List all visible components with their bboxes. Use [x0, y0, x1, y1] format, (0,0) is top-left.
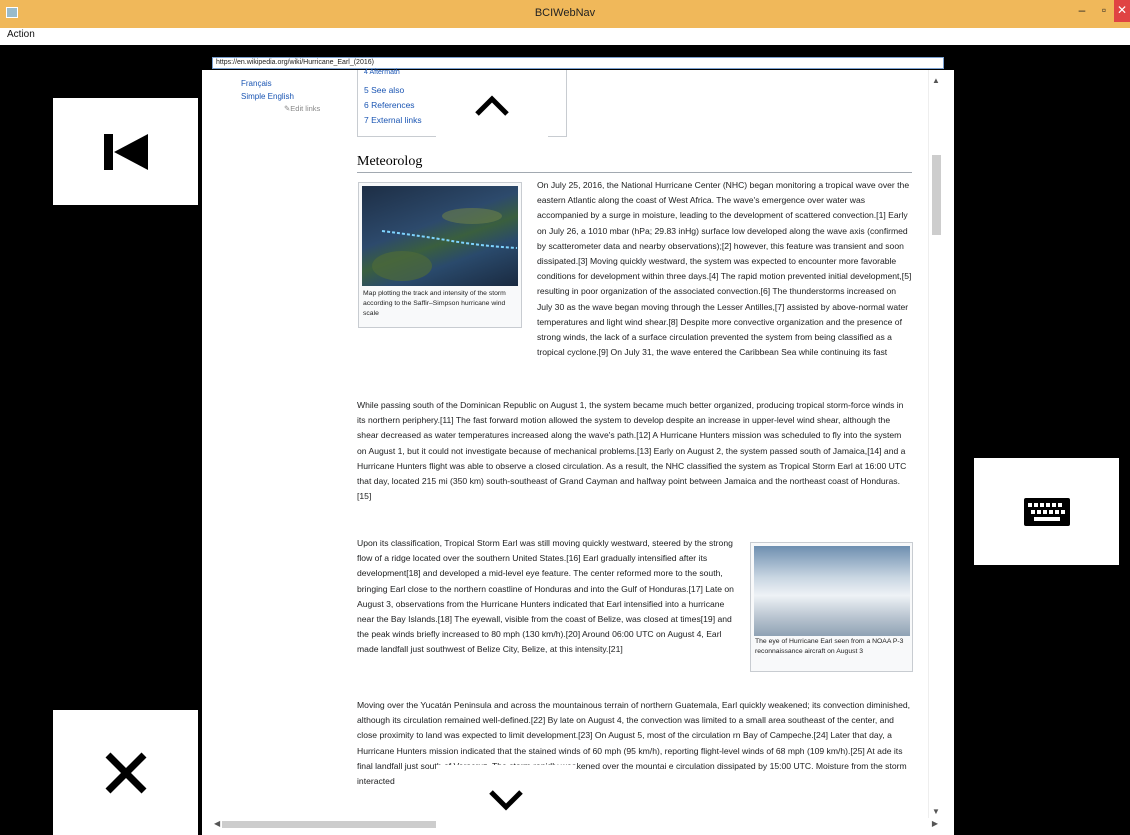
edit-links[interactable]: ✎Edit links	[284, 104, 320, 113]
scroll-up-arrow-icon[interactable]: ▲	[932, 76, 940, 85]
paragraph-3: Upon its classification, Tropical Storm …	[357, 538, 734, 655]
paragraph-2: While passing south of the Dominican Rep…	[357, 400, 907, 502]
toc-item[interactable]: 6 References	[364, 100, 415, 110]
scroll-right-arrow-icon[interactable]: ▶	[932, 819, 938, 828]
chevron-down-icon	[489, 790, 523, 811]
edit-links-label: Edit links	[290, 104, 321, 113]
keyboard-icon	[1023, 497, 1070, 526]
toc-item[interactable]: 5 See also	[364, 85, 404, 95]
window-close-button[interactable]: ✕	[1114, 0, 1130, 22]
scroll-down-button[interactable]	[436, 765, 576, 835]
language-link-simple-english[interactable]: Simple English	[241, 92, 294, 101]
keyboard-button[interactable]	[974, 458, 1119, 565]
close-x-icon	[105, 752, 146, 793]
chevron-up-icon	[475, 95, 509, 116]
scroll-up-button[interactable]	[436, 70, 548, 140]
toc-item[interactable]: 4 Aftermath	[364, 69, 400, 76]
scroll-left-arrow-icon[interactable]: ◀	[214, 819, 220, 828]
menu-bar: Action	[0, 28, 1130, 42]
language-link-french[interactable]: Français	[241, 79, 272, 88]
title-bar: BCIWebNav – ▫ ✕	[0, 0, 1130, 28]
track-map-image[interactable]	[362, 186, 518, 286]
window-title: BCIWebNav	[534, 7, 596, 19]
toc-item[interactable]: 7 External links	[364, 115, 422, 125]
figure-caption: The eye of Hurricane Earl seen from a NO…	[755, 638, 904, 655]
close-button[interactable]	[53, 710, 198, 835]
scroll-thumb[interactable]	[932, 155, 941, 235]
maximize-button[interactable]: ▫	[1092, 0, 1116, 22]
paragraph-1-top: On July 25, 2016, the National Hurricane…	[537, 180, 912, 358]
skip-back-icon	[103, 133, 148, 170]
heading-underline	[357, 172, 912, 173]
back-button[interactable]	[53, 98, 198, 205]
figure-eye-photo: The eye of Hurricane Earl seen from a NO…	[750, 542, 913, 672]
minimize-button[interactable]: –	[1070, 0, 1094, 22]
track-map-drawing	[372, 208, 518, 281]
vertical-scrollbar[interactable]: ▲ ▼	[928, 70, 944, 820]
eye-photo-image[interactable]	[754, 546, 910, 636]
section-heading: Meteorolog	[357, 154, 423, 169]
figure-track-map: Map plotting the track and intensity of …	[358, 182, 522, 328]
scroll-down-arrow-icon[interactable]: ▼	[932, 807, 940, 816]
figure-caption: Map plotting the track and intensity of …	[363, 290, 506, 317]
address-bar[interactable]: https://en.wikipedia.org/wiki/Hurricane_…	[212, 57, 944, 69]
menu-action[interactable]: Action	[7, 29, 35, 40]
